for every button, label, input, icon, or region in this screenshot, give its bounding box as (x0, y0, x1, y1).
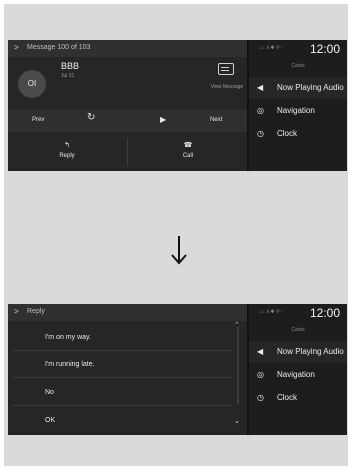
playback-controls: Prev ↻ ▶ Next (8, 110, 247, 132)
card-label: Navigation (277, 370, 315, 379)
reply-option[interactable]: No (8, 382, 232, 406)
status-icons: ▭ .ıl ✱ ⚲ ◦ (259, 45, 283, 51)
cards-panel: ▭ .ıl ✱ ⚲ ◦ 12:00 Cards ◀ Now Playing Au… (249, 40, 347, 171)
card-label: Clock (277, 129, 298, 138)
prev-button[interactable]: Prev (32, 117, 44, 123)
status-icons: ▭ .ıl ✱ ⚲ ◦ (259, 309, 283, 315)
card-navigation[interactable]: ◎ Navigation (249, 364, 347, 386)
clock-icon: ◷ (257, 393, 264, 402)
chevron-down-icon[interactable]: ⌄ (234, 417, 240, 425)
card-now-playing[interactable]: ◀ Now Playing Audio (249, 77, 347, 99)
speaker-icon: ◀ (257, 83, 264, 92)
chevron-right-icon: > (14, 307, 19, 316)
navigation-icon: ◎ (257, 106, 264, 115)
reply-option[interactable]: OK (8, 410, 232, 434)
message-date: Jul 31 (61, 73, 75, 79)
card-now-playing[interactable]: ◀ Now Playing Audio (249, 341, 347, 363)
reply-screen: > Reply I'm on my way. I'm running late.… (8, 304, 347, 435)
message-screen: > Message 100 of 103 OI BBB Jul 31 View … (8, 40, 347, 171)
cards-panel: ▭ .ıl ✱ ⚲ ◦ 12:00 Cards ◀ Now Playing Au… (249, 304, 347, 435)
reply-icon: ↰ (64, 142, 70, 149)
phone-icon: ☎ (183, 142, 193, 149)
call-label: Call (182, 153, 194, 159)
clock-time: 12:00 (309, 42, 340, 56)
message-header[interactable]: > Message 100 of 103 (8, 40, 247, 57)
row-divider (12, 350, 232, 351)
card-navigation[interactable]: ◎ Navigation (249, 100, 347, 122)
reply-option-label: OK (45, 417, 56, 424)
arrow-down-icon (171, 236, 187, 265)
reply-label: Reply (59, 153, 75, 159)
play-icon[interactable]: ▶ (160, 115, 166, 124)
clock-time: 12:00 (309, 306, 340, 320)
navigation-icon: ◎ (257, 370, 264, 379)
clock-icon: ◷ (257, 129, 264, 138)
card-label: Clock (277, 393, 298, 402)
card-clock[interactable]: ◷ Clock (249, 387, 347, 409)
avatar: OI (18, 70, 46, 98)
reply-option-label: No (45, 389, 54, 396)
view-message-button[interactable]: View Message (210, 83, 244, 91)
sender-name: BBB (61, 61, 80, 71)
reply-button[interactable]: ↰ Reply (8, 135, 126, 171)
call-button[interactable]: ☎ Call (129, 135, 247, 171)
reply-option-label: I'm running late. (45, 361, 95, 368)
action-divider (127, 138, 128, 166)
repeat-icon[interactable]: ↻ (87, 112, 95, 123)
card-label: Navigation (277, 106, 315, 115)
reply-option-label: I'm on my way. (45, 334, 91, 341)
row-divider (12, 405, 232, 406)
row-divider (12, 377, 232, 378)
cards-title: Cards (291, 327, 305, 333)
next-button[interactable]: Next (210, 117, 222, 123)
speaker-icon: ◀ (257, 347, 264, 356)
scrollbar[interactable] (237, 326, 239, 404)
reply-option[interactable]: I'm on my way. (8, 327, 232, 351)
reply-header[interactable]: > Reply (8, 304, 247, 321)
message-panel: > Message 100 of 103 OI BBB Jul 31 View … (8, 40, 247, 171)
card-label: Now Playing Audio (277, 347, 344, 356)
chevron-right-icon: > (14, 43, 19, 52)
message-icon[interactable] (218, 63, 234, 75)
reply-option[interactable]: I'm running late. (8, 354, 232, 378)
reply-title: Reply (27, 308, 45, 315)
reply-panel: > Reply I'm on my way. I'm running late.… (8, 304, 247, 435)
cards-title: Cards (291, 63, 305, 69)
card-label: Now Playing Audio (277, 83, 344, 92)
message-counter: Message 100 of 103 (27, 44, 91, 51)
card-clock[interactable]: ◷ Clock (249, 123, 347, 145)
